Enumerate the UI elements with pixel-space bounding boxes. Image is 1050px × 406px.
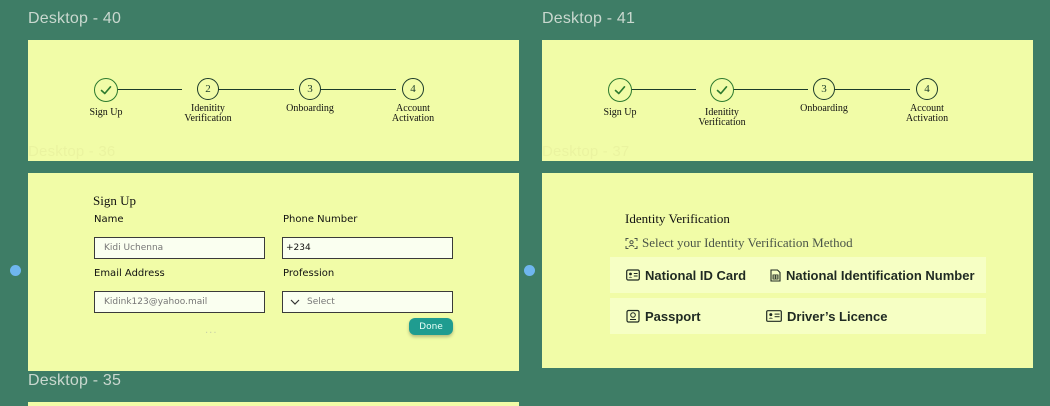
step-label-line2: Verification — [698, 117, 746, 128]
name-input[interactable]: Kidi Uchenna — [94, 237, 265, 259]
name-placeholder: Kidi Uchenna — [104, 243, 164, 253]
option-national-identification-number[interactable]: National Identification Number — [760, 257, 986, 293]
name-label: Name — [94, 214, 124, 225]
email-input[interactable]: Kidink123@yahoo.mail — [94, 291, 265, 313]
step-onboarding: 3 Onboarding — [270, 78, 350, 114]
id-card-icon — [626, 269, 640, 281]
identity-subtitle-text: Select your Identity Verification Method — [642, 235, 853, 250]
option-national-id-card[interactable]: National ID Card — [610, 257, 760, 293]
passport-icon — [626, 309, 640, 323]
step-number: 4 — [402, 78, 424, 100]
step-label-line2: Activation — [391, 113, 435, 124]
face-scan-icon — [625, 237, 638, 249]
step-sign-up: Sign Up — [580, 78, 660, 118]
step-label-line2: Verification — [184, 113, 232, 124]
step-number: 3 — [813, 78, 835, 100]
frame-label-desktop-41[interactable]: Desktop - 41 — [542, 10, 635, 28]
connection-node[interactable] — [10, 265, 21, 276]
option-label: Driver’s Licence — [787, 308, 888, 324]
step-label: Sign Up — [603, 107, 637, 118]
option-label: National Identification Number — [786, 267, 975, 283]
check-icon — [608, 78, 632, 102]
step-sign-up: Sign Up — [66, 78, 146, 118]
step-label: Onboarding — [800, 103, 848, 114]
identity-subtitle: Select your Identity Verification Method — [625, 235, 853, 251]
check-icon — [94, 78, 118, 102]
done-button[interactable]: Done — [409, 318, 453, 335]
frame-label-desktop-37[interactable]: Desktop - 37 — [542, 143, 629, 160]
frame-label-desktop-40[interactable]: Desktop - 40 — [28, 10, 121, 28]
option-passport[interactable]: Passport — [610, 298, 760, 334]
phone-label: Phone Number — [283, 214, 358, 225]
progress-stepper: Sign Up 2 Idenitity Verification 3 Onboa… — [88, 78, 448, 138]
signup-title: Sign Up — [93, 193, 136, 208]
step-identity-verification: 2 Idenitity Verification — [168, 78, 248, 124]
more-dots: ... — [205, 325, 218, 336]
option-drivers-licence[interactable]: Driver’s Licence — [760, 298, 986, 334]
phone-value: +234 — [286, 243, 311, 253]
option-label: National ID Card — [645, 267, 747, 283]
frame-desktop-35 — [28, 402, 519, 406]
step-onboarding: 3 Onboarding — [784, 78, 864, 114]
frame-label-desktop-36[interactable]: Desktop - 36 — [28, 143, 115, 160]
email-label: Email Address — [94, 268, 165, 279]
connection-node[interactable] — [524, 265, 535, 276]
license-card-icon — [766, 310, 782, 322]
chevron-down-icon — [290, 299, 300, 305]
frame-label-desktop-35[interactable]: Desktop - 35 — [28, 372, 121, 390]
option-label: Passport — [645, 308, 701, 324]
sim-card-icon — [770, 268, 781, 282]
identity-title: Identity Verification — [625, 211, 730, 226]
step-account-activation: 4 Account Activation — [887, 78, 967, 124]
profession-select[interactable]: Select — [282, 291, 453, 313]
step-number: 4 — [916, 78, 938, 100]
phone-input[interactable]: +234 — [282, 237, 453, 259]
progress-stepper: Sign Up Idenitity Verification 3 Onboard… — [602, 78, 962, 138]
step-number: 2 — [197, 78, 219, 100]
step-account-activation: 4 Account Activation — [373, 78, 453, 124]
email-placeholder: Kidink123@yahoo.mail — [104, 297, 208, 307]
frame-desktop-37: Identity Verification Select your Identi… — [542, 173, 1033, 368]
check-icon — [710, 78, 734, 102]
frame-desktop-36: Sign Up Name Phone Number Kidi Uchenna +… — [28, 173, 519, 371]
step-number: 3 — [299, 78, 321, 100]
profession-placeholder: Select — [307, 297, 335, 307]
profession-label: Profession — [283, 268, 335, 279]
step-label: Sign Up — [89, 107, 123, 118]
step-identity-verification: Idenitity Verification — [682, 78, 762, 128]
step-label: Onboarding — [286, 103, 334, 114]
step-label-line2: Activation — [905, 113, 949, 124]
